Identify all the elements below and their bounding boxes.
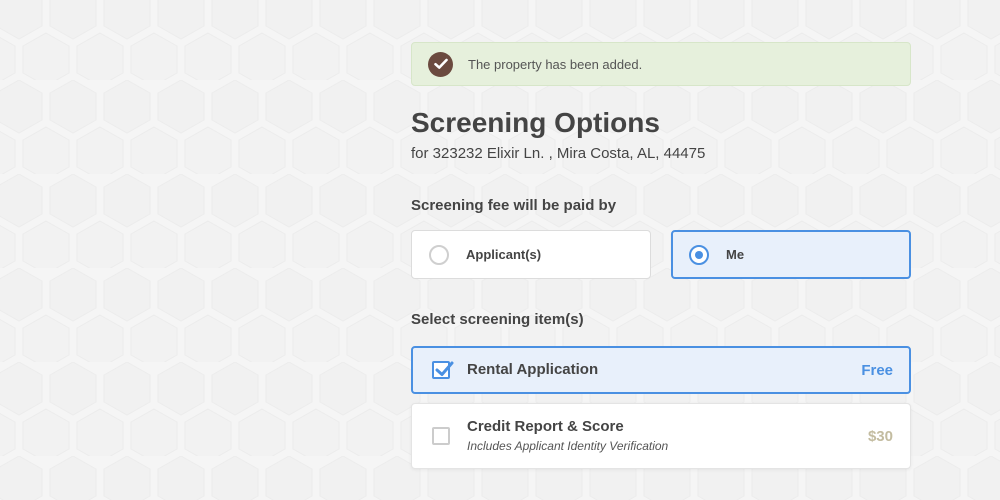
screening-item-price: Free <box>861 361 893 379</box>
payer-option-applicants[interactable]: Applicant(s) <box>411 230 651 279</box>
checkmark-icon <box>435 361 454 376</box>
success-alert: The property has been added. <box>411 42 911 86</box>
screening-options-panel: The property has been added. Screening O… <box>411 42 911 469</box>
fee-payer-label: Screening fee will be paid by <box>411 197 617 214</box>
screening-item-rental-application[interactable]: Rental Application Free <box>411 346 911 394</box>
fee-payer-options: Applicant(s) Me <box>411 230 911 279</box>
property-address: for 323232 Elixir Ln. , Mira Costa, AL, … <box>411 145 706 162</box>
screening-item-name: Rental Application <box>467 361 599 378</box>
page-title: Screening Options <box>411 107 660 138</box>
screening-item-name: Credit Report & Score <box>467 418 624 435</box>
screening-item-note: Includes Applicant Identity Verification <box>467 439 669 453</box>
screening-items-label: Select screening item(s) <box>411 311 584 328</box>
payer-option-me[interactable]: Me <box>671 230 911 279</box>
checkbox-credit-report[interactable] <box>432 427 450 445</box>
screening-item-price: $30 <box>867 427 893 445</box>
alert-message: The property has been added. <box>468 56 643 72</box>
check-circle-icon <box>428 51 453 77</box>
checkbox-rental-application[interactable] <box>432 361 454 379</box>
payer-option-label: Applicant(s) <box>466 247 542 262</box>
screening-item-body: Credit Report & Score Includes Applicant… <box>467 417 868 455</box>
radio-button-me[interactable] <box>689 244 709 265</box>
screening-item-credit-report[interactable]: Credit Report & Score Includes Applicant… <box>411 403 911 469</box>
payer-option-label: Me <box>726 247 745 262</box>
screening-item-body: Rental Application <box>467 360 861 380</box>
radio-button-applicants[interactable] <box>429 244 449 265</box>
